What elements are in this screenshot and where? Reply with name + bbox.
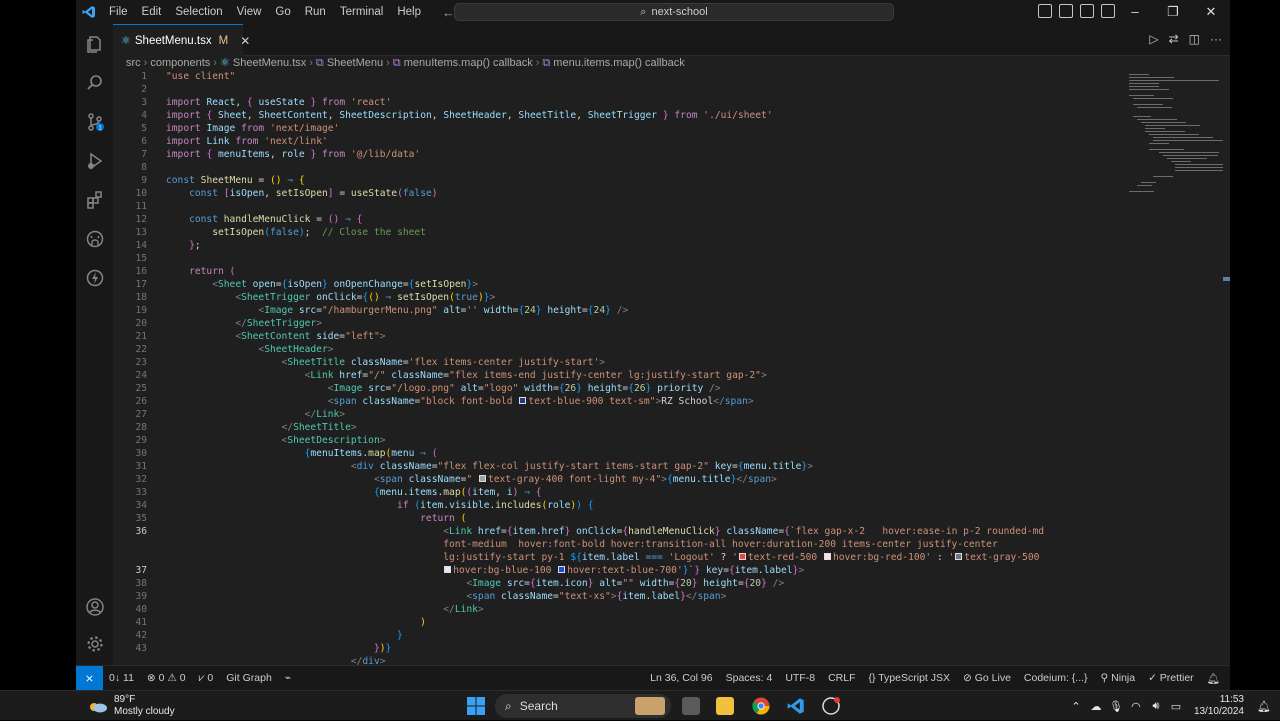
sync-status[interactable]: 0↓ 11 (109, 672, 134, 685)
minimize-button[interactable]: – (1116, 0, 1154, 24)
menu-terminal[interactable]: Terminal (333, 0, 390, 24)
explorer-icon[interactable] (85, 34, 105, 54)
codeium-status[interactable]: Codeium: {...} (1024, 672, 1088, 685)
activity-bar: 1 (76, 24, 113, 665)
status-bar: ⨯ 0↓ 11 ⊗ 0 ⚠ 0 ⩗ 0 Git Graph ⌁ Ln 36, C… (76, 665, 1230, 690)
modified-indicator: M (218, 34, 229, 47)
language-mode[interactable]: {} TypeScript JSX (868, 672, 950, 685)
indentation[interactable]: Spaces: 4 (726, 672, 773, 685)
symbol-icon: ⧉ (315, 57, 327, 69)
breadcrumb-src[interactable]: src (126, 57, 141, 69)
tab-sheetmenu[interactable]: ⚛ SheetMenu.tsx M ✕ (113, 24, 250, 56)
run-debug-icon[interactable] (85, 151, 105, 171)
battery-icon[interactable]: ▭ (1166, 700, 1186, 713)
menu-run[interactable]: Run (298, 0, 333, 24)
vscode-window: File Edit Selection View Go Run Terminal… (76, 0, 1230, 690)
taskbar-search[interactable]: ⌕ Search (495, 694, 671, 718)
notifications-bell-icon[interactable]: 🔔︎ (1254, 700, 1274, 713)
line-ending[interactable]: CRLF (828, 672, 855, 685)
system-tray: ⌃ ☁ 🎙︎ ◠ 🔊︎ ▭ 11:53 13/10/2024 🔔︎ (1066, 691, 1280, 721)
ports-status[interactable]: ⩗ 0 (199, 672, 214, 685)
menu-edit[interactable]: Edit (135, 0, 169, 24)
menu-help[interactable]: Help (390, 0, 428, 24)
toggle-primary-sidebar-icon[interactable] (1038, 4, 1052, 18)
problems-status[interactable]: ⊗ 0 ⚠ 0 (147, 672, 186, 685)
github-desktop-icon[interactable] (822, 697, 840, 715)
wifi-icon[interactable]: ◠ (1126, 700, 1146, 713)
clock-date: 13/10/2024 (1193, 706, 1244, 717)
clock[interactable]: 11:53 13/10/2024 (1194, 694, 1244, 718)
run-icon[interactable]: ▷ (1149, 32, 1158, 46)
taskbar-search-label: Search (519, 699, 558, 713)
volume-icon[interactable]: 🔊︎ (1146, 700, 1166, 713)
scroll-marker (1223, 277, 1230, 281)
more-actions-icon[interactable]: ··· (1210, 32, 1222, 46)
search-highlight-icon (635, 697, 665, 715)
weather-temp: 89°F (114, 694, 136, 705)
search-icon[interactable] (85, 73, 105, 93)
weather-widget[interactable]: 89°F Mostly cloudy (88, 691, 175, 721)
chrome-icon[interactable] (752, 697, 770, 715)
git-graph-button[interactable]: Git Graph (226, 672, 272, 685)
close-window-button[interactable]: ✕ (1192, 0, 1230, 24)
go-live-button[interactable]: ⊘ Go Live (963, 672, 1011, 685)
toggle-panel-icon[interactable] (1059, 4, 1073, 18)
breadcrumb-menu-items-map[interactable]: menu.items.map() callback (553, 57, 684, 69)
menu-bar: File Edit Selection View Go Run Terminal… (102, 0, 428, 24)
cloud-icon (90, 703, 107, 713)
clock-time: 11:53 (1219, 694, 1244, 705)
vscode-logo-icon[interactable] (76, 0, 102, 24)
settings-gear-icon[interactable] (85, 634, 105, 654)
microphone-icon[interactable]: 🎙︎ (1106, 700, 1126, 713)
split-editor-icon[interactable]: ◫ (1189, 32, 1200, 46)
search-icon: ⌕ (505, 698, 512, 713)
menu-file[interactable]: File (102, 0, 135, 24)
notifications-bell-icon[interactable]: 🔔︎ (1207, 672, 1220, 685)
breadcrumb-components[interactable]: components (150, 57, 210, 69)
menu-go[interactable]: Go (268, 0, 297, 24)
breadcrumb: src › components › ⚛ SheetMenu.tsx › ⧉ SheetMe… (126, 57, 685, 69)
windows-taskbar: 89°F Mostly cloudy ⌕ Search ⌃ ☁ 🎙︎ ◠ 🔊︎ … (0, 690, 1280, 720)
windows-start-icon[interactable] (466, 696, 486, 716)
restore-button[interactable]: ❐ (1154, 0, 1192, 24)
command-center-label: next-school (651, 6, 708, 18)
prettier-status[interactable]: ✓ Prettier (1148, 672, 1194, 685)
cursor-position[interactable]: Ln 36, Col 96 (650, 672, 712, 685)
encoding[interactable]: UTF-8 (785, 672, 815, 685)
remote-indicator-icon[interactable]: ⨯ (76, 666, 103, 690)
search-icon: ⌕ (640, 5, 647, 18)
close-tab-icon[interactable]: ✕ (240, 34, 250, 48)
command-center-search[interactable]: ⌕ next-school (454, 3, 894, 21)
minimap[interactable] (1123, 71, 1230, 665)
tab-label: SheetMenu.tsx (134, 34, 212, 47)
menu-view[interactable]: View (230, 0, 269, 24)
ninja-status[interactable]: ⚲ Ninja (1101, 672, 1136, 685)
vscode-taskbar-icon[interactable] (787, 697, 805, 715)
compare-changes-icon[interactable]: ⇄ (1169, 32, 1179, 46)
breadcrumb-sheetmenu[interactable]: SheetMenu (327, 57, 383, 69)
task-view-icon[interactable] (682, 697, 700, 715)
symbol-icon: ⧉ (542, 57, 554, 69)
github-icon[interactable] (85, 229, 105, 249)
branch-icon[interactable]: ⌁ (285, 672, 291, 685)
onedrive-icon[interactable]: ☁ (1086, 700, 1106, 713)
editor-tabs: ⚛ SheetMenu.tsx M ✕ ▷ ⇄ ◫ ··· (113, 24, 1230, 56)
breadcrumb-menuitems-map[interactable]: menuItems.map() callback (404, 57, 533, 69)
chevron-up-icon[interactable]: ⌃ (1066, 700, 1086, 713)
thunder-client-icon[interactable] (85, 268, 105, 288)
react-file-icon: ⚛ (121, 35, 131, 47)
file-explorer-icon[interactable] (716, 697, 734, 715)
customize-layout-icon[interactable] (1101, 4, 1115, 18)
menu-selection[interactable]: Selection (168, 0, 229, 24)
title-bar: File Edit Selection View Go Run Terminal… (76, 0, 1230, 24)
source-control-icon[interactable]: 1 (85, 112, 105, 132)
toggle-secondary-sidebar-icon[interactable] (1080, 4, 1094, 18)
code-editor[interactable]: 1 "use client" 2 3 import React, { useStat… (113, 71, 1123, 665)
symbol-icon: ⧉ (392, 57, 404, 69)
weather-condition: Mostly cloudy (114, 706, 175, 717)
extensions-icon[interactable] (85, 190, 105, 210)
breadcrumb-file[interactable]: SheetMenu.tsx (233, 57, 306, 69)
react-file-icon: ⚛ (219, 57, 233, 69)
accounts-icon[interactable] (85, 597, 105, 617)
